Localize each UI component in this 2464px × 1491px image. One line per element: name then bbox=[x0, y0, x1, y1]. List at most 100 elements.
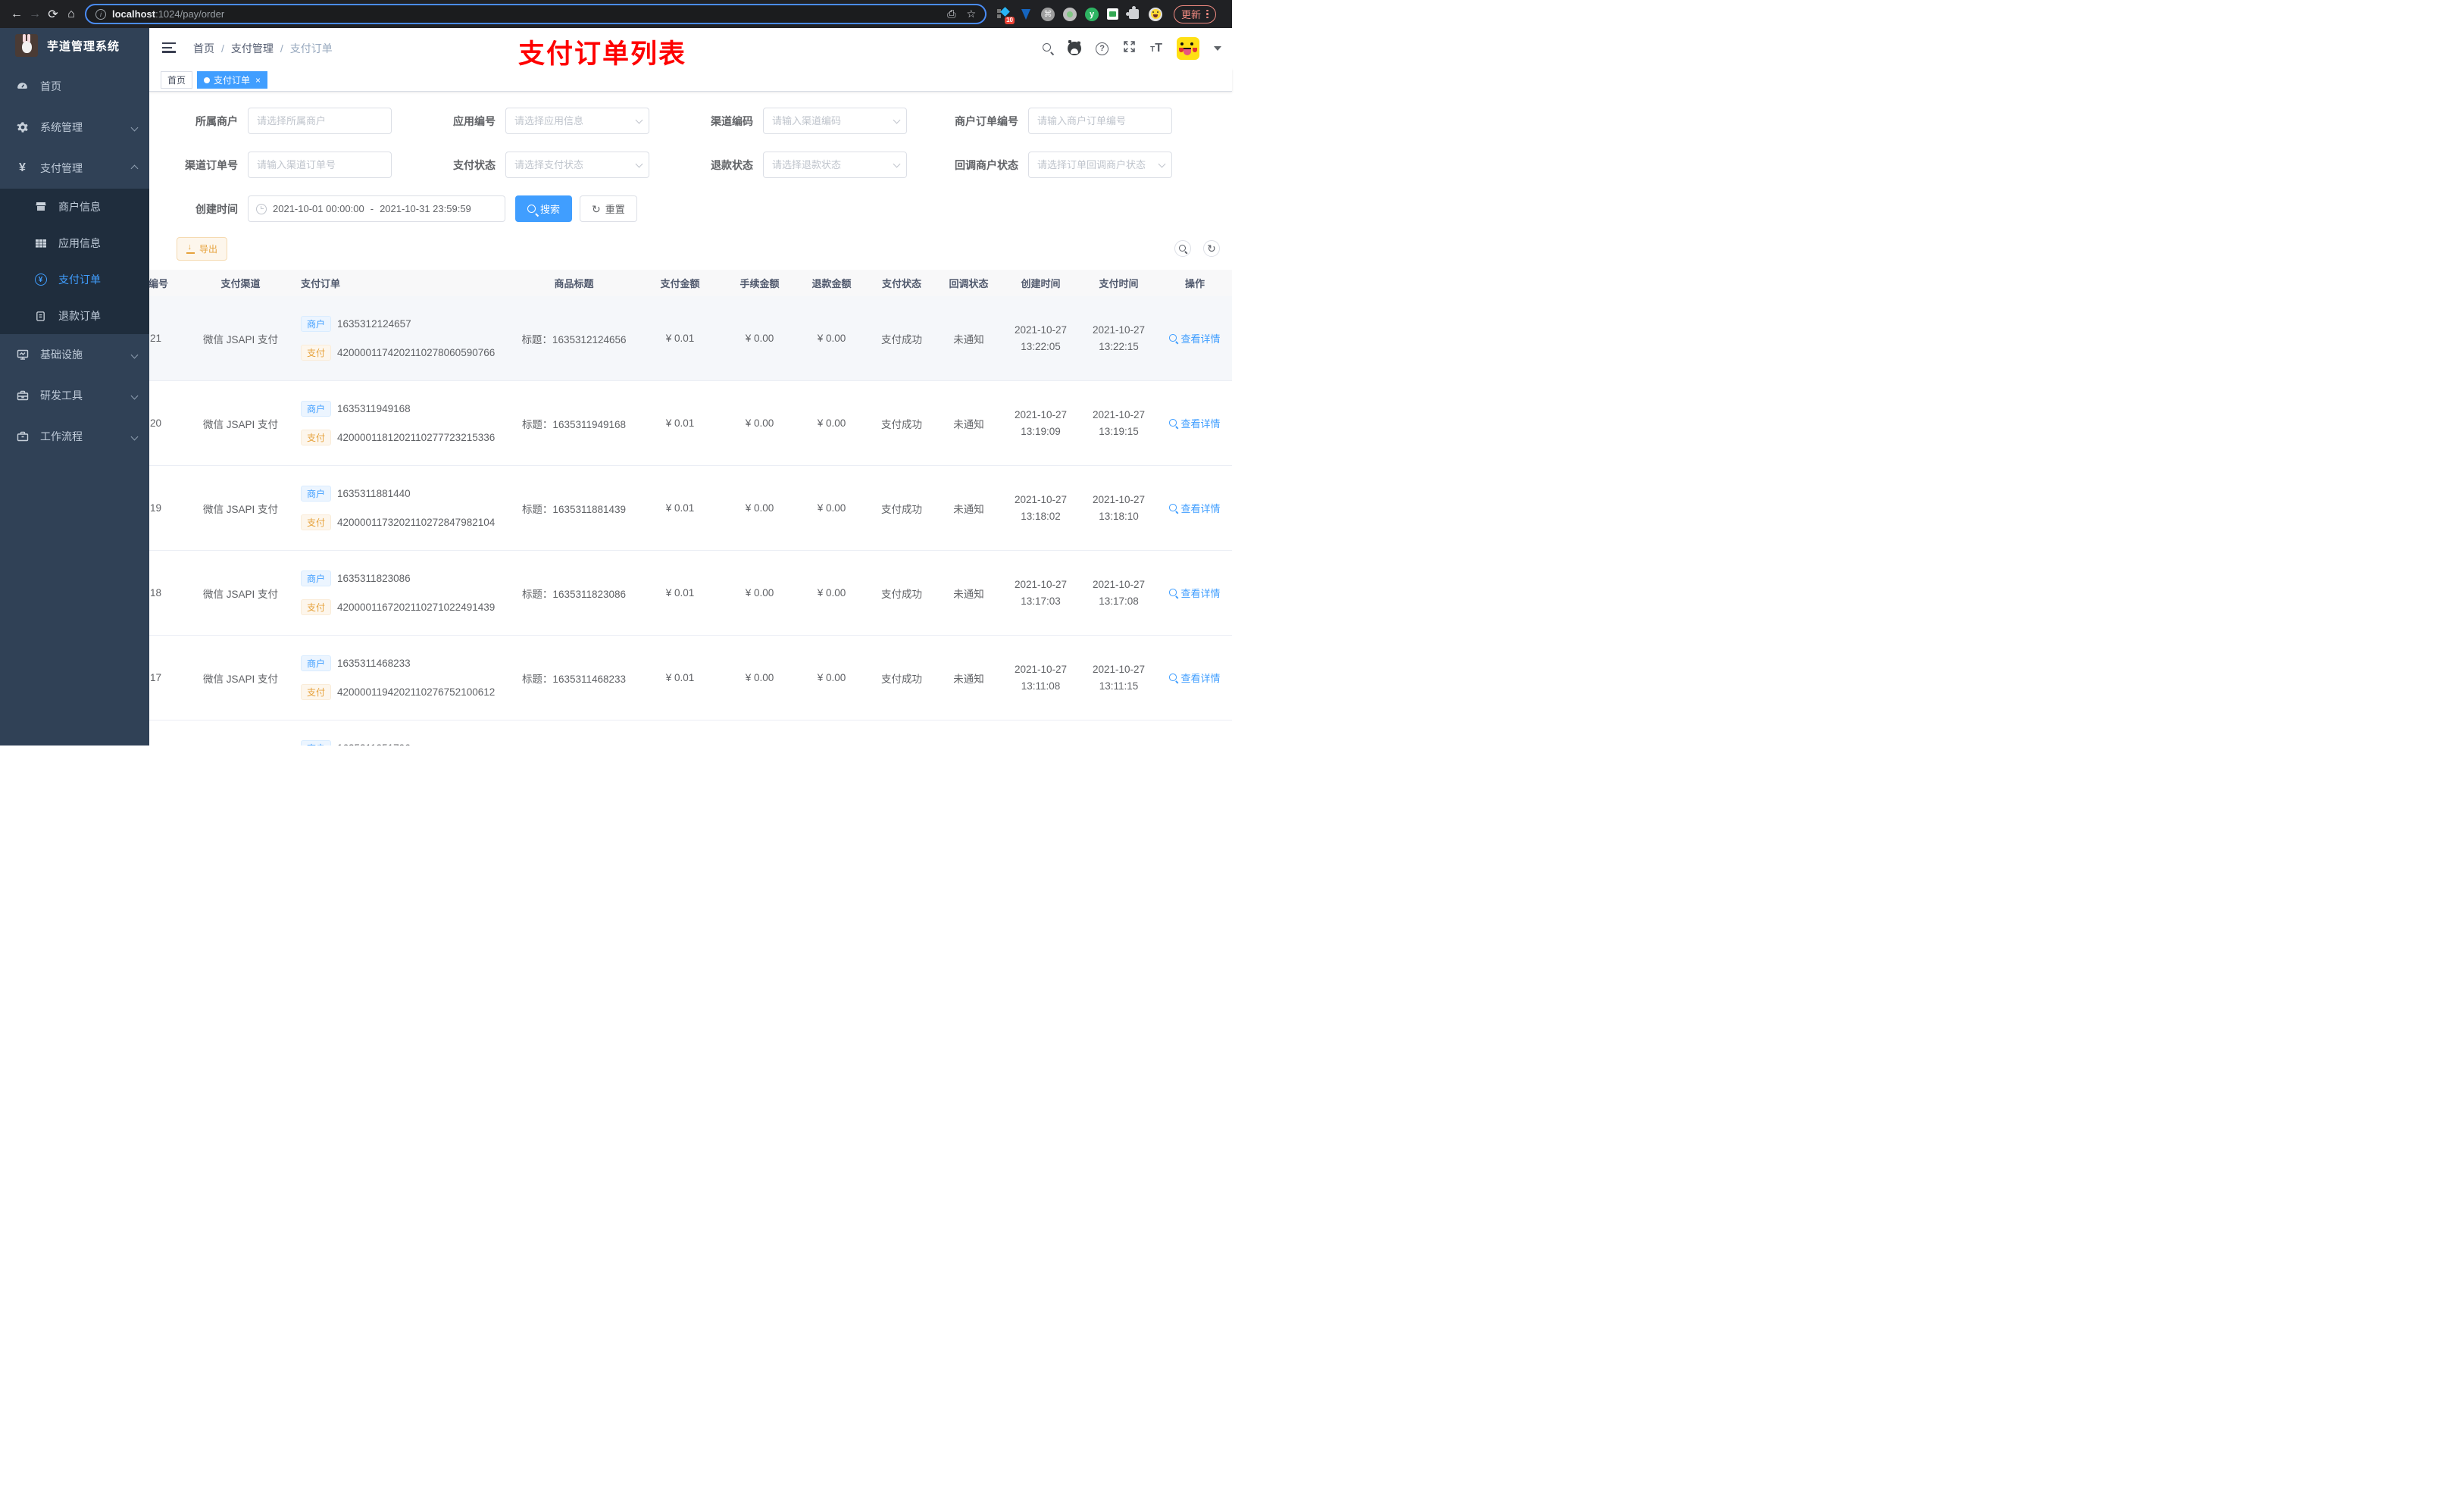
refresh-table-button[interactable]: ↻ bbox=[1203, 240, 1220, 257]
col-pay-time: 支付时间 bbox=[1099, 278, 1139, 289]
forward-icon[interactable]: → bbox=[26, 8, 44, 21]
sidebar-item-home[interactable]: 首页 bbox=[0, 66, 149, 107]
view-detail-link[interactable]: 查看详情 bbox=[1169, 501, 1221, 515]
pay-amount: ¥ 0.01 bbox=[665, 672, 695, 683]
pay-tag: 支付 bbox=[301, 599, 332, 615]
refund-amount bbox=[796, 720, 868, 746]
app-filter-select[interactable] bbox=[505, 108, 649, 134]
search-icon[interactable] bbox=[1043, 43, 1053, 54]
merchant-tag: 商户 bbox=[301, 655, 332, 671]
export-button[interactable]: 导出 bbox=[177, 237, 228, 261]
notify-status-select[interactable] bbox=[1028, 152, 1172, 178]
avatar-dropdown-icon[interactable] bbox=[1214, 46, 1221, 51]
channel-code-select[interactable] bbox=[763, 108, 907, 134]
merchant-order-no-input[interactable] bbox=[1028, 108, 1172, 134]
create-time-range-picker[interactable]: 2021-10-01 00:00:00 - 2021-10-31 23:59:5… bbox=[248, 195, 505, 222]
extension-dot-icon[interactable] bbox=[1063, 7, 1077, 21]
back-icon[interactable]: ← bbox=[8, 8, 26, 21]
app-title: 芋道管理系统 bbox=[47, 39, 120, 53]
reset-button[interactable]: ↻ 重置 bbox=[580, 195, 637, 222]
extension-diamond-icon[interactable]: 10 bbox=[997, 6, 1015, 24]
app-logo-row[interactable]: 芋道管理系统 bbox=[0, 28, 149, 63]
bookmark-star-icon[interactable]: ☆ bbox=[966, 8, 976, 20]
extensions-puzzle-icon[interactable] bbox=[1125, 6, 1140, 21]
reload-icon[interactable]: ⟳ bbox=[44, 7, 62, 22]
chevron-down-icon bbox=[130, 433, 139, 440]
pay-tag: 支付 bbox=[301, 684, 332, 700]
notify-status-input[interactable] bbox=[1028, 152, 1172, 178]
view-detail-link[interactable]: 查看详情 bbox=[1169, 416, 1221, 430]
sidebar-item-app-info[interactable]: 应用信息 bbox=[0, 225, 149, 261]
browser-update-button[interactable]: 更新 bbox=[1174, 5, 1216, 23]
pay-order-cell: 商户 1635312124657 支付 42000011742021102780… bbox=[295, 296, 511, 380]
tab-home[interactable]: 首页 bbox=[161, 71, 193, 89]
search-button-label: 搜索 bbox=[540, 204, 561, 215]
pay-time: 2021-10-27 13:11:15 bbox=[1092, 664, 1146, 692]
extension-chat-icon[interactable] bbox=[1107, 8, 1118, 20]
share-icon[interactable]: ⎙ bbox=[947, 8, 955, 20]
reset-button-label: 重置 bbox=[605, 204, 625, 215]
view-detail-link[interactable]: 查看详情 bbox=[1169, 586, 1221, 600]
sidebar-collapse-icon[interactable] bbox=[162, 42, 176, 54]
sidebar-item-infra[interactable]: 基础设施 bbox=[0, 334, 149, 375]
channel-code-input[interactable] bbox=[763, 108, 907, 134]
app-filter-input[interactable] bbox=[505, 108, 649, 134]
notify-status: 未通知 bbox=[953, 588, 984, 600]
pay-status-input[interactable] bbox=[505, 152, 649, 178]
create-time: 2021-10-27 13:22:05 bbox=[1014, 324, 1068, 352]
breadcrumb-home[interactable]: 首页 bbox=[193, 41, 214, 56]
address-bar[interactable]: i localhost :1024/pay/order ⎙ ☆ bbox=[85, 4, 987, 24]
table-row: 18 微信 JSAPI 支付 商户 1635311823086 支付 42000… bbox=[149, 551, 1232, 636]
font-size-icon[interactable]: TT bbox=[1150, 42, 1162, 55]
download-icon bbox=[186, 242, 195, 254]
col-status: 支付状态 bbox=[881, 278, 921, 289]
table-toolbar: 导出 ↻ bbox=[149, 237, 1232, 261]
export-button-label: 导出 bbox=[199, 244, 218, 255]
extension-command-icon[interactable]: ⌘ bbox=[1041, 7, 1055, 21]
extension-y-icon[interactable]: y bbox=[1085, 7, 1099, 21]
refund-status-select[interactable] bbox=[763, 152, 907, 178]
browser-menu-icon[interactable] bbox=[1206, 9, 1209, 19]
filter-row-2: 渠道订单号 支付状态 退款状态 回调商户状态 bbox=[149, 152, 1232, 178]
pay-status-select[interactable] bbox=[505, 152, 649, 178]
browser-profile-avatar[interactable] bbox=[1149, 7, 1162, 21]
sidebar-item-system[interactable]: 系统管理 bbox=[0, 107, 149, 148]
sidebar-item-refund-order[interactable]: 退款订单 bbox=[0, 298, 149, 334]
pay-time bbox=[1080, 720, 1158, 746]
view-detail-link[interactable]: 查看详情 bbox=[1169, 331, 1221, 345]
github-icon[interactable] bbox=[1068, 42, 1082, 55]
breadcrumb-pay[interactable]: 支付管理 bbox=[231, 41, 274, 56]
sidebar-item-merchant-info[interactable]: 商户信息 bbox=[0, 189, 149, 225]
show-search-toggle-button[interactable] bbox=[1174, 240, 1191, 257]
sidebar-item-pay-order[interactable]: ¥ 支付订单 bbox=[0, 261, 149, 298]
sidebar-item-devtools[interactable]: 研发工具 bbox=[0, 375, 149, 416]
breadcrumb: 首页 / 支付管理 / 支付订单 bbox=[193, 28, 333, 69]
breadcrumb-current: 支付订单 bbox=[289, 42, 333, 55]
sidebar-item-pay[interactable]: ¥ 支付管理 bbox=[0, 148, 149, 189]
date-start: 2021-10-01 00:00:00 bbox=[273, 203, 364, 214]
user-avatar[interactable] bbox=[1177, 37, 1199, 60]
refund-status-input[interactable] bbox=[763, 152, 907, 178]
table-row: 20 微信 JSAPI 支付 商户 1635311949168 支付 42000… bbox=[149, 381, 1232, 466]
fullscreen-icon[interactable] bbox=[1123, 40, 1136, 57]
merchant-filter-input[interactable] bbox=[248, 108, 392, 134]
view-detail-link[interactable]: 查看详情 bbox=[1169, 670, 1221, 685]
extension-kite-icon[interactable] bbox=[1019, 8, 1033, 21]
sidebar-item-workflow[interactable]: 工作流程 bbox=[0, 416, 149, 457]
table-row: 17 微信 JSAPI 支付 商户 1635311468233 支付 42000… bbox=[149, 636, 1232, 720]
close-icon[interactable]: × bbox=[255, 75, 261, 86]
home-icon[interactable]: ⌂ bbox=[62, 8, 80, 21]
pay-order-cell: 商户 1635311951796 bbox=[295, 720, 511, 746]
header-actions: ? TT bbox=[1043, 28, 1221, 69]
col-fee: 手续金额 bbox=[740, 278, 780, 289]
tab-label: 支付订单 bbox=[214, 75, 251, 86]
search-button[interactable]: 搜索 bbox=[515, 195, 573, 222]
tab-label: 首页 bbox=[167, 75, 186, 86]
tab-pay-order[interactable]: 支付订单 × bbox=[197, 71, 268, 89]
site-info-icon[interactable]: i bbox=[95, 8, 106, 20]
coin-yen-icon: ¥ bbox=[34, 274, 47, 286]
help-icon[interactable]: ? bbox=[1096, 42, 1109, 55]
fee-amount bbox=[724, 720, 796, 746]
filter-row-3: 创建时间 2021-10-01 00:00:00 - 2021-10-31 23… bbox=[149, 195, 1232, 222]
channel-order-no-input[interactable] bbox=[248, 152, 392, 178]
